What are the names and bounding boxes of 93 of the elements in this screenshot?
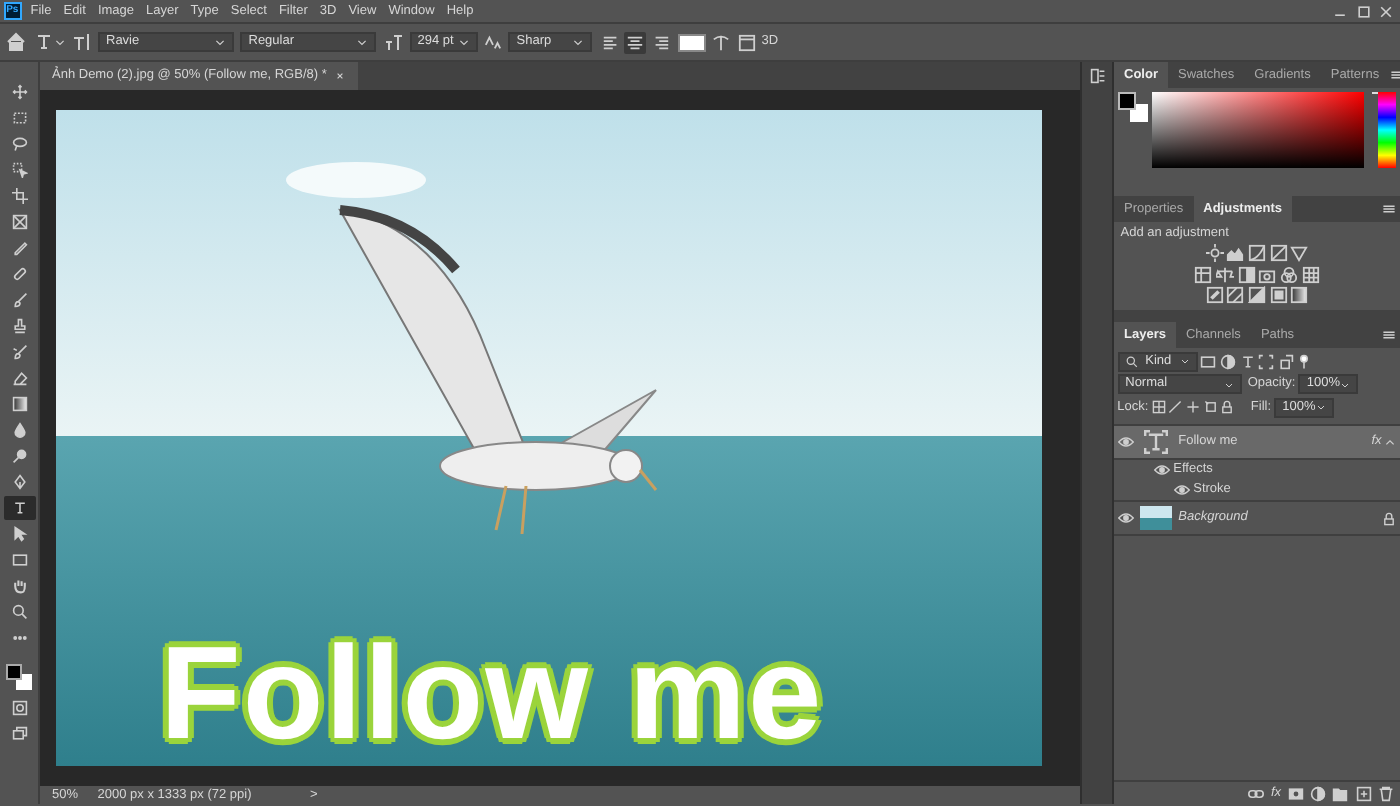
- font-size-icon[interactable]: [383, 32, 403, 52]
- close-icon[interactable]: [1377, 3, 1394, 19]
- vertical-type-icon[interactable]: [71, 32, 92, 52]
- hue-slider[interactable]: [1378, 91, 1397, 168]
- panel-menu-icon[interactable]: [1382, 202, 1397, 216]
- drop-icon: [11, 422, 27, 438]
- align-left-icon: [601, 33, 619, 51]
- lock-icon[interactable]: [1220, 400, 1235, 415]
- type-icon[interactable]: [33, 32, 53, 52]
- circle-half-icon[interactable]: [1219, 353, 1236, 370]
- brush-settings-icon[interactable]: [1089, 68, 1105, 85]
- type-icon: [11, 500, 27, 516]
- color-field[interactable]: [1152, 91, 1364, 168]
- close-icon: [333, 70, 346, 82]
- text-layer-thumbnail-icon: [1139, 430, 1172, 455]
- color-swatches-drawing[interactable]: [5, 664, 33, 690]
- lock-icon[interactable]: [1382, 511, 1397, 526]
- eraser-icon: [11, 370, 27, 386]
- grid-icon[interactable]: [1301, 265, 1320, 284]
- curve-icon[interactable]: [1248, 244, 1266, 263]
- link-icon[interactable]: [1248, 785, 1265, 801]
- mask-icon[interactable]: [1287, 785, 1304, 801]
- bandage-icon: [11, 266, 27, 282]
- home-icon[interactable]: [6, 32, 27, 52]
- gradient-square-icon[interactable]: [1290, 286, 1309, 305]
- caret-icon[interactable]: [53, 36, 65, 48]
- caret-icon: [356, 36, 369, 48]
- lollipop-icon: [11, 448, 27, 464]
- align-center-icon: [626, 33, 645, 51]
- caret-icon: [572, 36, 585, 48]
- pen-icon: [11, 474, 27, 490]
- triangle-icon[interactable]: [1290, 244, 1309, 263]
- caret-icon: [214, 36, 226, 48]
- rectangle-icon: [11, 552, 27, 568]
- trash-icon[interactable]: [1377, 785, 1394, 801]
- eye-icon[interactable]: [1174, 482, 1190, 499]
- marquee-icon: [11, 110, 27, 126]
- eyedropper-icon: [11, 240, 27, 256]
- caret-icon: [457, 36, 470, 48]
- antialias-icon[interactable]: [484, 33, 502, 51]
- color-square-icon[interactable]: [1269, 286, 1288, 305]
- warp-text-icon[interactable]: [712, 33, 731, 51]
- filter-toggle-icon[interactable]: [1296, 353, 1313, 370]
- image-thumbnail: [1139, 506, 1172, 531]
- table-icon[interactable]: [1194, 265, 1213, 284]
- crop-icon: [11, 188, 27, 204]
- eye-icon[interactable]: [1117, 510, 1134, 527]
- screens-icon: [11, 726, 27, 743]
- hand-icon: [11, 578, 27, 594]
- color-swatches-drawing[interactable]: [1117, 91, 1150, 124]
- type-tool[interactable]: [3, 496, 35, 520]
- panel-menu-icon[interactable]: [1382, 328, 1397, 342]
- half-square-icon[interactable]: [1237, 265, 1256, 284]
- type-filter-icon[interactable]: [1239, 353, 1255, 370]
- circles-icon[interactable]: [1279, 265, 1298, 284]
- checker-icon[interactable]: [1151, 400, 1166, 415]
- stripes-icon[interactable]: [1226, 286, 1245, 305]
- caret-icon[interactable]: [1384, 436, 1397, 449]
- frame-icon: [11, 214, 27, 230]
- frame-corners-icon[interactable]: [1258, 353, 1275, 370]
- lasso-icon: [11, 136, 27, 152]
- histogram-icon[interactable]: [1226, 244, 1245, 263]
- stamp-icon: [11, 318, 27, 334]
- gradient-icon: [11, 396, 27, 412]
- folder-icon[interactable]: [1332, 785, 1349, 801]
- sun-icon[interactable]: [1205, 244, 1224, 263]
- panel-menu-icon[interactable]: [1389, 68, 1400, 82]
- eye-icon[interactable]: [1154, 462, 1170, 479]
- shape-filter-icon[interactable]: [1277, 353, 1294, 370]
- panel-icon[interactable]: [737, 33, 755, 51]
- text-color-swatch[interactable]: [678, 33, 706, 51]
- mask-icon: [11, 700, 27, 717]
- search-icon: [1125, 355, 1138, 368]
- align-center-button[interactable]: [624, 31, 647, 53]
- cursor-icon: [11, 162, 27, 178]
- arrow-icon: [11, 526, 27, 542]
- move-icon[interactable]: [1186, 400, 1201, 415]
- camera-icon[interactable]: [1258, 265, 1277, 284]
- ellipsis-icon: [11, 630, 27, 646]
- align-right-icon: [651, 33, 670, 51]
- new-layer-icon[interactable]: [1355, 785, 1371, 801]
- cloud: [286, 162, 426, 198]
- zoom-icon: [11, 604, 27, 620]
- image-filter-icon[interactable]: [1200, 353, 1217, 370]
- maximize-icon[interactable]: [1355, 3, 1371, 19]
- diagonal-square-icon[interactable]: [1248, 286, 1266, 305]
- circle-half-icon[interactable]: [1310, 785, 1326, 801]
- move-icon: [11, 84, 27, 100]
- canvas-text: Follow me: [160, 626, 824, 758]
- scale-icon[interactable]: [1216, 265, 1235, 284]
- align-left-button[interactable]: [599, 31, 621, 53]
- frame-icon[interactable]: [1203, 400, 1218, 415]
- eye-icon[interactable]: [1117, 434, 1134, 451]
